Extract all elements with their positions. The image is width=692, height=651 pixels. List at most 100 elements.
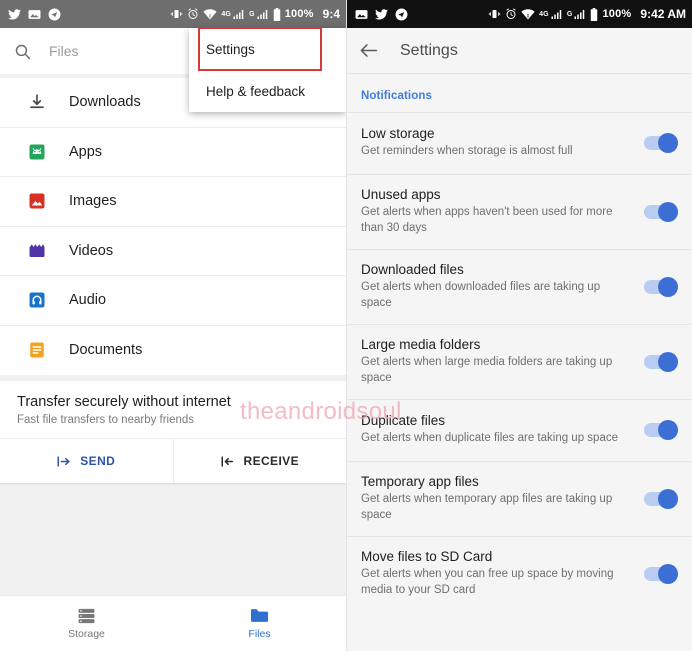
clock-label: 9:42 AM [640,7,686,21]
setting-title: Temporary app files [361,474,479,490]
menu-item-label: Help & feedback [206,83,306,99]
setting-subtitle: Get alerts when temporary app files are … [361,493,613,521]
signal-bars-icon-2 [257,9,269,20]
setting-title: Downloaded files [361,262,464,278]
transfer-card-header: Transfer securely without internet Fast … [0,381,346,438]
setting-row-large-media-folders[interactable]: Large media folders Get alerts when larg… [347,324,692,400]
right-phone-screen: 4G G 100% 9:42 AM Settings Notifications… [346,0,692,651]
battery-full-icon [273,7,281,21]
menu-item-label: Settings [206,41,255,57]
list-item-images[interactable]: Images [0,177,346,227]
setting-row-downloaded-files[interactable]: Downloaded files Get alerts when downloa… [347,249,692,325]
section-header-notifications: Notifications [361,90,432,102]
toggle-switch[interactable] [644,201,678,222]
transfer-card-title: Transfer securely without internet [17,394,231,410]
nearby-transfer-card: Transfer securely without internet Fast … [0,381,346,483]
toggle-switch[interactable] [644,351,678,372]
receive-button[interactable]: RECEIVE [172,439,347,483]
network-type-4g-label: 4G [539,10,549,18]
setting-subtitle: Get reminders when storage is almost ful… [361,145,573,158]
alarm-icon [187,8,199,20]
bottom-navigation: Storage Files [0,595,346,651]
signal-bars-icon [233,9,245,20]
twitter-icon [375,8,388,20]
setting-title: Large media folders [361,337,481,353]
battery-percent-label: 100% [602,8,632,20]
folder-icon [249,607,270,624]
receive-button-label: RECEIVE [243,454,299,468]
battery-percent-label: 100% [284,8,314,20]
transfer-card-subtitle: Fast file transfers to nearby friends [17,414,195,426]
twitter-icon [8,8,21,20]
list-item-label: Documents [69,342,143,359]
list-item-videos[interactable]: Videos [0,226,346,276]
list-item-documents[interactable]: Documents [0,325,346,375]
wifi-icon [521,8,535,20]
image-icon [27,191,47,211]
toggle-switch[interactable] [644,420,678,441]
setting-texts: Downloaded files Get alerts when downloa… [361,262,644,311]
menu-item-help-feedback[interactable]: Help & feedback [189,70,346,112]
nav-tab-storage[interactable]: Storage [0,596,173,651]
setting-title: Duplicate files [361,413,446,429]
signal-bars-icon [551,9,563,20]
alarm-icon [505,8,517,20]
vibrate-icon [170,8,183,20]
setting-row-move-files-to-sd-card[interactable]: Move files to SD Card Get alerts when yo… [347,536,692,612]
setting-subtitle: Get alerts when large media folders are … [361,356,613,384]
page-title: Settings [400,41,458,59]
toggle-thumb [658,488,678,509]
list-item-label: Downloads [69,94,141,111]
telegram-icon [395,8,408,21]
storage-icon [77,608,96,624]
setting-subtitle: Get alerts when duplicate files are taki… [361,432,618,445]
list-item-audio[interactable]: Audio [0,276,346,326]
dual-screenshot: 4G G 100% 9:4 Files Downloads Apps Image… [0,0,692,651]
wifi-icon [203,8,217,20]
send-button-label: SEND [80,454,116,468]
toggle-switch[interactable] [644,488,678,509]
list-item-label: Images [69,193,117,210]
toggle-thumb [658,276,678,297]
nav-tab-label: Files [248,628,271,640]
settings-app-bar: Settings [347,28,692,74]
setting-row-temporary-app-files[interactable]: Temporary app files Get alerts when temp… [347,461,692,537]
search-icon [14,43,31,60]
setting-title: Unused apps [361,187,441,202]
audio-icon [27,290,47,310]
back-arrow-icon[interactable] [359,42,378,59]
right-status-bar: 4G G 100% 9:42 AM [347,0,692,28]
setting-row-duplicate-files[interactable]: Duplicate files Get alerts when duplicat… [347,399,692,462]
setting-subtitle: Get alerts when apps haven't been used f… [361,206,613,234]
video-icon [27,241,47,261]
toggle-thumb [658,420,678,441]
toggle-thumb [658,351,678,372]
toggle-switch[interactable] [644,133,678,153]
arrow-left-icon [221,455,236,468]
search-input[interactable]: Files [49,43,79,59]
nav-tab-label: Storage [68,627,105,640]
transfer-card-actions: SEND RECEIVE [0,438,346,483]
network-type-g-label: G [249,10,255,18]
toggle-thumb [658,563,678,584]
send-button[interactable]: SEND [0,439,173,483]
nav-tab-files[interactable]: Files [173,596,346,651]
setting-row-low-storage[interactable]: Low storage Get reminders when storage i… [347,112,692,174]
clock-label: 9:4 [322,7,340,21]
telegram-icon [48,8,61,21]
vibrate-icon [488,8,501,20]
menu-item-settings[interactable]: Settings [189,28,346,70]
toggle-switch[interactable] [644,276,678,297]
toggle-switch[interactable] [644,563,678,584]
arrow-right-icon [57,455,72,468]
document-icon [27,340,47,360]
toggle-thumb [658,133,678,153]
network-type-g-label: G [566,10,573,18]
status-notification-icons [8,8,61,21]
setting-row-unused-apps[interactable]: Unused apps Get alerts when apps haven't… [347,174,692,250]
list-item-apps[interactable]: Apps [0,127,346,177]
setting-subtitle: Get alerts when you can free up space by… [361,568,614,596]
android-apps-icon [27,142,47,162]
gallery-icon [28,9,41,20]
toggle-thumb [658,201,678,222]
